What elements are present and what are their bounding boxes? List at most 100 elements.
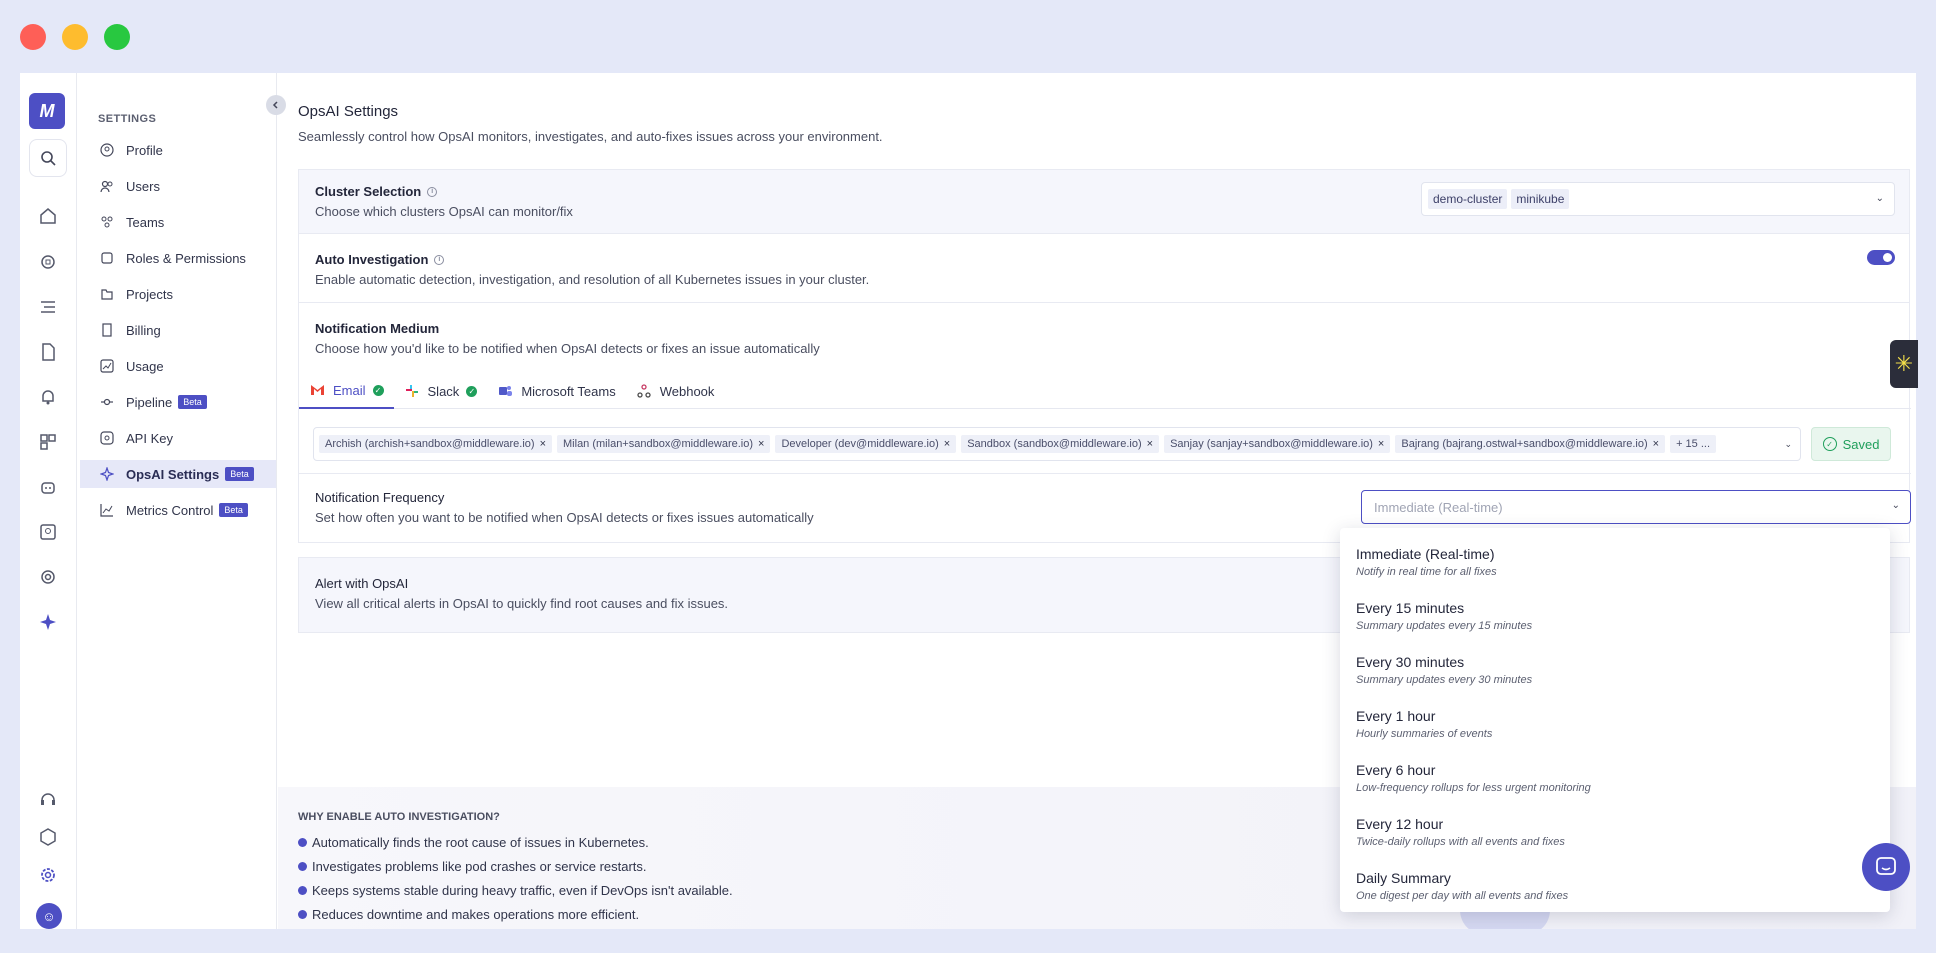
sidebar-item-label: Pipeline	[126, 394, 173, 410]
tab-label: Microsoft Teams	[521, 383, 616, 399]
gmail-icon	[309, 382, 325, 398]
settings-sidebar: SETTINGS Profile Users Teams Roles & Per…	[77, 73, 277, 929]
alerts-icon[interactable]	[36, 385, 60, 409]
sidebar-item-label: Projects	[126, 286, 173, 302]
check-dot-icon	[298, 862, 307, 871]
support-icon[interactable]	[36, 787, 60, 811]
info-icon[interactable]: i	[434, 254, 445, 265]
frequency-option[interactable]: Every 12 hour Twice-daily rollups with al…	[1356, 816, 1876, 848]
frequency-option[interactable]: Immediate (Real-time) Notify in real time…	[1356, 546, 1876, 578]
frequency-option[interactable]: Every 1 hour Hourly summaries of events	[1356, 708, 1876, 740]
recipient-chip[interactable]: Sandbox (sandbox@middleware.io) ×	[961, 435, 1160, 453]
window-titlebar	[0, 0, 1936, 72]
sidebar-heading: SETTINGS	[98, 113, 157, 125]
sidebar-item-label: Billing	[126, 322, 161, 338]
cluster-chip[interactable]: minikube	[1511, 189, 1570, 209]
frequency-option[interactable]: Every 30 minutes Summary updates every 30…	[1356, 654, 1876, 686]
opsai-sparkle-icon[interactable]	[36, 610, 60, 634]
logo-icon[interactable]: M	[29, 93, 65, 129]
package-icon[interactable]	[36, 825, 60, 849]
sidebar-item-usage[interactable]: Usage	[80, 352, 276, 380]
tab-microsoft-teams[interactable]: Microsoft Teams	[487, 373, 625, 409]
search-icon[interactable]	[29, 139, 67, 177]
verified-check-icon: ✓	[466, 385, 478, 397]
chevron-down-icon[interactable]: ⌄	[1892, 500, 1900, 511]
chat-button[interactable]	[1862, 843, 1910, 891]
settings-gear-icon[interactable]	[36, 863, 60, 887]
check-circle-icon: ✓	[1822, 437, 1837, 451]
recipient-chip[interactable]: Sanjay (sanjay+sandbox@middleware.io) ×	[1164, 435, 1391, 453]
feedback-widget-icon[interactable]: ✳	[1890, 340, 1918, 388]
dashboards-icon[interactable]	[36, 430, 60, 454]
notification-frequency-title: Notification Frequency	[315, 490, 445, 505]
saved-button[interactable]: ✓ Saved	[1811, 427, 1891, 461]
tab-webhook[interactable]: Webhook	[626, 373, 725, 409]
sidebar-item-roles-permissions[interactable]: Roles & Permissions	[80, 244, 276, 272]
sidebar-item-label: Users	[126, 178, 160, 194]
close-window-button[interactable]	[20, 24, 46, 50]
frequency-option[interactable]: Every 6 hour Low-frequency rollups for le…	[1356, 762, 1876, 794]
frequency-option[interactable]: Every 15 minutes Summary updates every 15…	[1356, 600, 1876, 632]
home-icon[interactable]	[36, 204, 60, 228]
notification-frequency-desc: Set how often you want to be notified wh…	[315, 510, 814, 525]
notification-medium-desc: Choose how you'd like to be notified whe…	[315, 341, 820, 356]
sidebar-item-label: Profile	[126, 142, 163, 158]
auto-investigation-toggle[interactable]	[1867, 250, 1895, 265]
app-window: M ☺ SETTINGS Profile Users Teams Roles &…	[20, 73, 1916, 929]
collapse-sidebar-button[interactable]	[266, 95, 286, 115]
remove-chip-icon[interactable]: ×	[1147, 438, 1153, 450]
tab-email[interactable]: Email ✓	[299, 373, 394, 409]
recipient-chip[interactable]: Bajrang (bajrang.ostwal+sandbox@middlewa…	[1395, 435, 1666, 453]
alert-desc: View all critical alerts in OpsAI to qui…	[315, 596, 729, 611]
user-monitoring-icon[interactable]	[36, 520, 60, 544]
microsoft-teams-icon	[497, 383, 513, 399]
remove-chip-icon[interactable]: ×	[540, 438, 546, 450]
sidebar-item-api-key[interactable]: API Key	[80, 424, 276, 452]
tab-label: Email	[333, 382, 366, 398]
info-icon[interactable]: i	[427, 186, 438, 197]
sidebar-item-users[interactable]: Users	[80, 172, 276, 200]
sidebar-item-billing[interactable]: Billing	[80, 316, 276, 344]
remove-chip-icon[interactable]: ×	[1653, 438, 1659, 450]
minimize-window-button[interactable]	[62, 24, 88, 50]
email-recipients-input[interactable]: Archish (archish+sandbox@middleware.io) ×…	[313, 427, 1801, 461]
chevron-down-icon[interactable]: ⌄	[1784, 439, 1792, 450]
sidebar-item-label: Roles & Permissions	[126, 250, 246, 266]
tab-slack[interactable]: Slack ✓	[394, 373, 488, 409]
slack-icon	[404, 383, 420, 399]
frequency-option[interactable]: Daily Summary One digest per day with all…	[1356, 870, 1876, 902]
chevron-down-icon[interactable]: ⌄	[1876, 193, 1884, 204]
frequency-select[interactable]: Immediate (Real-time) ⌄	[1361, 490, 1911, 524]
api-key-icon	[98, 429, 116, 447]
cluster-select[interactable]: demo-cluster minikube ⌄	[1421, 182, 1895, 216]
logs-icon[interactable]	[36, 295, 60, 319]
recipient-chip[interactable]: Archish (archish+sandbox@middleware.io) ×	[319, 435, 553, 453]
auto-investigation-desc: Enable automatic detection, investigatio…	[315, 272, 870, 287]
integrations-icon[interactable]	[36, 565, 60, 589]
bot-icon[interactable]	[36, 475, 60, 499]
remove-chip-icon[interactable]: ×	[1378, 438, 1384, 450]
cluster-chip[interactable]: demo-cluster	[1428, 189, 1508, 209]
sidebar-item-opsai-settings[interactable]: OpsAI Settings Beta	[80, 460, 276, 488]
sidebar-item-label: Usage	[126, 358, 164, 374]
sidebar-item-teams[interactable]: Teams	[80, 208, 276, 236]
user-avatar[interactable]: ☺	[36, 903, 62, 929]
sidebar-item-label: OpsAI Settings	[126, 466, 220, 482]
sidebar-item-projects[interactable]: Projects	[80, 280, 276, 308]
infrastructure-icon[interactable]	[36, 250, 60, 274]
more-recipients-chip[interactable]: + 15 ...	[1670, 435, 1717, 453]
sidebar-item-pipeline[interactable]: Pipeline Beta	[80, 388, 276, 416]
sidebar-item-profile[interactable]: Profile	[80, 136, 276, 164]
alert-title: Alert with OpsAI	[315, 576, 409, 591]
sidebar-item-metrics-control[interactable]: Metrics Control Beta	[80, 496, 276, 524]
check-dot-icon	[298, 886, 307, 895]
reports-icon[interactable]	[36, 340, 60, 364]
notification-tabs: Email ✓ Slack ✓ Microsoft Teams Webhook	[299, 373, 1911, 409]
remove-chip-icon[interactable]: ×	[944, 438, 950, 450]
tab-label: Webhook	[659, 383, 715, 399]
beta-badge: Beta	[219, 503, 248, 517]
maximize-window-button[interactable]	[104, 24, 130, 50]
recipient-chip[interactable]: Milan (milan+sandbox@middleware.io) ×	[557, 435, 771, 453]
remove-chip-icon[interactable]: ×	[758, 438, 764, 450]
recipient-chip[interactable]: Developer (dev@middleware.io) ×	[775, 435, 957, 453]
